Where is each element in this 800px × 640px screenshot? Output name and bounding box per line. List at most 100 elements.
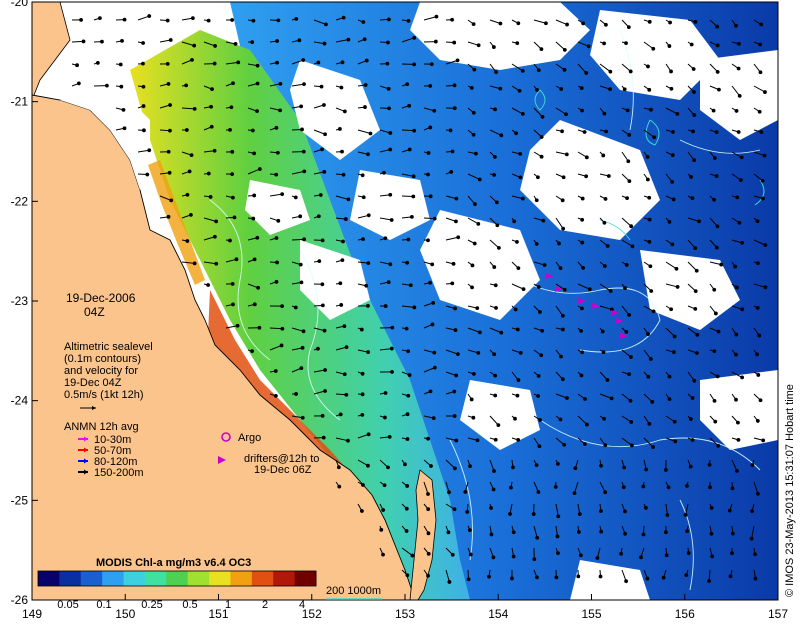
velocity-arrow-head [556, 551, 560, 556]
velocity-arrow-head [690, 396, 695, 400]
velocity-arrow-head [536, 175, 540, 180]
velocity-arrow-head [691, 129, 696, 134]
velocity-arrow-head [576, 530, 581, 534]
velocity-arrow-head [626, 159, 631, 164]
velocity-arrow-head [603, 490, 608, 495]
velocity-arrow-head [624, 263, 629, 267]
velocity-arrow-head [560, 129, 564, 134]
velocity-arrow-head [452, 83, 457, 88]
velocity-arrow-head [429, 62, 434, 67]
velocity-arrow-head [753, 552, 757, 557]
velocity-arrow-head [665, 513, 670, 517]
velocity-arrow-head [212, 234, 217, 239]
velocity-arrow-head [385, 61, 390, 66]
velocity-arrow-head [647, 195, 652, 200]
velocity-arrow-head [273, 394, 278, 398]
velocity-arrow-head [230, 195, 235, 200]
velocity-arrow-head [560, 377, 565, 382]
velocity-arrow-head [493, 107, 497, 112]
anmn-item-label: 150-200m [94, 467, 144, 479]
velocity-arrow-head [647, 217, 652, 222]
velocity-arrow-head [321, 435, 326, 440]
velocity-arrow-head [491, 487, 496, 492]
velocity-arrow-head [709, 505, 714, 510]
velocity-arrow-head [465, 509, 470, 514]
colorbar-swatch [144, 571, 167, 586]
velocity-arrow-head [342, 372, 347, 377]
velocity-arrow-head [534, 242, 539, 246]
velocity-arrow-head [463, 490, 468, 494]
velocity-arrow-head [562, 287, 567, 292]
velocity-arrow-head [280, 326, 285, 331]
velocity-arrow-head [363, 83, 368, 87]
velocity-arrow-head [300, 345, 305, 350]
velocity-arrow-head [641, 532, 646, 537]
velocity-arrow-head [433, 39, 438, 44]
velocity-arrow-head [561, 226, 566, 231]
velocity-arrow-head [381, 552, 385, 557]
velocity-arrow-head [516, 266, 521, 271]
velocity-arrow-head [492, 352, 497, 357]
velocity-arrow-head [498, 21, 503, 26]
colorbar-swatch [123, 571, 146, 586]
velocity-arrow-head [651, 46, 656, 51]
velocity-arrow-head [323, 368, 327, 372]
velocity-arrow-head [673, 439, 678, 444]
velocity-arrow-head [275, 60, 280, 65]
velocity-arrow-head [572, 491, 577, 496]
velocity-arrow-head [710, 554, 715, 559]
velocity-arrow-head [537, 444, 542, 449]
velocity-arrow-head [761, 438, 766, 443]
velocity-arrow-head [184, 83, 189, 88]
velocity-arrow-head [231, 302, 235, 307]
velocity-arrow-head [521, 287, 526, 292]
velocity-arrow-head [584, 422, 589, 427]
velocity-arrow-head [740, 375, 745, 380]
velocity-arrow-head [452, 389, 457, 394]
velocity-arrow-head [714, 245, 719, 250]
velocity-arrow-head [316, 346, 320, 351]
x-tick-label: 149 [22, 607, 42, 621]
velocity-arrow-head [734, 352, 738, 357]
velocity-arrow-head [578, 553, 583, 558]
y-tick-label: -26 [11, 593, 29, 607]
velocity-arrow-head [755, 219, 760, 224]
velocity-arrow-head [456, 352, 460, 357]
velocity-arrow-head [366, 350, 370, 354]
velocity-arrow-head [428, 280, 432, 285]
velocity-arrow-head [557, 241, 561, 246]
colorbar-swatch [294, 571, 317, 586]
velocity-arrow-head [206, 18, 211, 23]
velocity-arrow-head [405, 437, 410, 441]
velocity-arrow-head [667, 374, 672, 379]
x-tick-label: 157 [768, 607, 788, 621]
velocity-arrow-head [213, 44, 217, 48]
colorbar-tick-label: 4 [299, 599, 305, 611]
velocity-arrow-head [426, 172, 430, 177]
velocity-arrow-head [228, 127, 232, 132]
velocity-arrow-head [432, 108, 437, 113]
velocity-arrow-head [412, 305, 417, 310]
velocity-arrow-head [235, 323, 240, 328]
velocity-arrow-head [581, 266, 585, 270]
velocity-arrow-head [411, 174, 416, 179]
velocity-arrow-head [717, 87, 721, 92]
velocity-arrow-head [675, 111, 680, 116]
velocity-arrow-head [322, 41, 327, 46]
velocity-arrow-head [142, 128, 146, 133]
velocity-arrow-head [493, 437, 498, 442]
velocity-arrow-head [757, 109, 762, 114]
velocity-arrow-head [430, 322, 435, 327]
argo-label: Argo [238, 432, 261, 444]
velocity-arrow-head [141, 41, 145, 45]
velocity-arrow-head [318, 193, 323, 197]
velocity-arrow-head [714, 174, 719, 178]
velocity-arrow-head [472, 241, 477, 246]
velocity-arrow-head [432, 216, 437, 221]
velocity-arrow-head [274, 125, 279, 130]
velocity-arrow-head [534, 463, 539, 468]
velocity-arrow-head [602, 264, 607, 268]
velocity-arrow-head [342, 109, 347, 114]
velocity-arrow-head [366, 303, 370, 308]
velocity-arrow-head [601, 350, 606, 354]
